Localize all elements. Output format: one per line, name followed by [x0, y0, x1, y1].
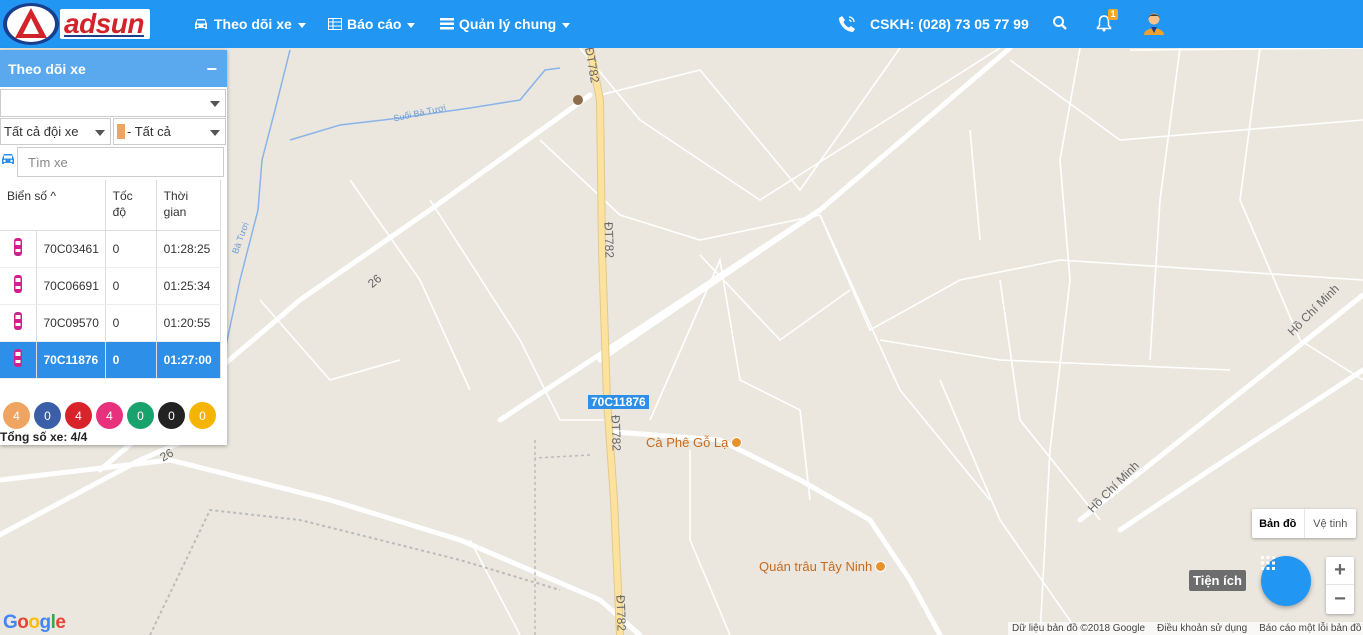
- map-type-toggle: Bản đồ Vệ tinh: [1252, 509, 1356, 538]
- vehicle-time: 01:28:25: [156, 230, 222, 268]
- column-time[interactable]: Thời gian: [156, 180, 222, 231]
- phone-icon: [839, 16, 855, 32]
- utilities-fab-button[interactable]: [1261, 556, 1311, 606]
- fleet-select[interactable]: Tất cả đội xe: [0, 118, 111, 145]
- map-type-button[interactable]: Bản đồ: [1252, 509, 1305, 538]
- notification-badge: 1: [1108, 9, 1118, 20]
- chevron-down-icon: [407, 22, 416, 28]
- poi-restaurant-label: Quán trâu Tây Ninh: [759, 559, 873, 574]
- chevron-down-icon: [297, 22, 306, 28]
- top-navbar: adsun Theo dõi xe Báo cáo Quản lý chung …: [0, 0, 1363, 48]
- brand-name: adsun: [60, 9, 150, 39]
- status-select-value: - Tất cả: [127, 124, 171, 139]
- zoom-in-button[interactable]: +: [1326, 557, 1354, 585]
- tracking-panel: Theo dõi xe − Tất cả đội xe - Tất cả Biể…: [0, 50, 227, 445]
- chevron-down-icon: [210, 129, 220, 136]
- road-label-dt782: ĐT782: [608, 414, 624, 452]
- adsun-logo[interactable]: adsun: [0, 0, 160, 48]
- zoom-control: + −: [1326, 557, 1354, 614]
- status-count-badge[interactable]: 0: [158, 402, 185, 429]
- car-icon: [2, 154, 14, 164]
- table-header-row: Biển số ^ Tốc độ Thời gian: [0, 180, 222, 231]
- poi-cafe-label: Cà Phê Gỗ Lạ: [646, 435, 729, 450]
- google-logo[interactable]: Google: [3, 612, 66, 634]
- table-row[interactable]: 70C03461 0 01:28:25: [0, 230, 222, 268]
- vehicle-icon: [0, 230, 37, 268]
- list-icon: [440, 18, 454, 30]
- menu-reports[interactable]: Báo cáo: [328, 0, 416, 48]
- menu-management[interactable]: Quản lý chung: [440, 0, 571, 48]
- status-count-badge[interactable]: 0: [34, 402, 61, 429]
- cafe-icon: [731, 437, 743, 448]
- status-count-badge[interactable]: 4: [3, 402, 30, 429]
- table-row[interactable]: 70C11876 0 01:27:00: [0, 341, 222, 379]
- vehicle-search: [0, 147, 226, 178]
- table-row[interactable]: 70C06691 0 01:25:34: [0, 267, 222, 305]
- search-icon[interactable]: [1052, 15, 1068, 31]
- vehicle-search-input[interactable]: [17, 147, 224, 177]
- zoom-out-button[interactable]: −: [1326, 585, 1354, 613]
- status-count-badge[interactable]: 4: [65, 402, 92, 429]
- total-vehicles: Tổng số xe: 4/4: [0, 430, 88, 444]
- status-count-badge[interactable]: 4: [96, 402, 123, 429]
- status-summary: 4044000: [3, 402, 216, 429]
- vehicle-marker-label: 70C11876: [588, 395, 649, 409]
- vehicle-speed: 0: [105, 304, 157, 342]
- vehicle-table: Biển số ^ Tốc độ Thời gian 70C03461 0 01…: [0, 180, 222, 379]
- logo-emblem-icon: [3, 3, 59, 45]
- menu-management-label: Quản lý chung: [459, 16, 557, 32]
- vehicle-time: 01:25:34: [156, 267, 222, 305]
- vehicle-plate: 70C06691: [36, 267, 106, 305]
- sort-up-icon: ^: [47, 189, 56, 203]
- vehicle-speed: 0: [105, 230, 157, 268]
- company-select[interactable]: [0, 89, 226, 117]
- avatar[interactable]: [1143, 11, 1165, 35]
- fleet-select-value: Tất cả đội xe: [4, 124, 79, 139]
- grid-icon: [1261, 556, 1275, 570]
- vehicle-speed: 0: [105, 267, 157, 305]
- hotline[interactable]: CSKH: (028) 73 05 77 99: [838, 0, 1029, 48]
- restaurant-icon: [875, 561, 887, 572]
- column-plate[interactable]: Biển số ^: [0, 180, 106, 231]
- vehicle-time: 01:20:55: [156, 304, 222, 342]
- satellite-button[interactable]: Vệ tinh: [1305, 509, 1357, 538]
- map-footer: Dữ liệu bản đồ ©2018 Google Điều khoản s…: [1008, 622, 1363, 635]
- column-plate-label: Biển số: [7, 189, 48, 203]
- panel-header: Theo dõi xe −: [0, 50, 227, 87]
- chevron-down-icon: [562, 22, 571, 28]
- car-icon: [193, 17, 209, 31]
- poi-cafe[interactable]: Cà Phê Gỗ Lạ: [646, 435, 743, 450]
- status-color-swatch: [117, 124, 125, 139]
- menu-tracking[interactable]: Theo dõi xe: [193, 0, 306, 48]
- map-data-credit: Dữ liệu bản đồ ©2018 Google: [1012, 623, 1146, 634]
- panel-title: Theo dõi xe: [8, 60, 86, 77]
- chevron-down-icon: [95, 129, 105, 136]
- vehicle-speed: 0: [105, 341, 157, 379]
- vehicle-time: 01:27:00: [156, 341, 222, 379]
- poi-restaurant[interactable]: Quán trâu Tây Ninh: [759, 559, 887, 574]
- vehicle-plate: 70C03461: [36, 230, 106, 268]
- menu-reports-label: Báo cáo: [347, 16, 402, 32]
- vehicle-plate: 70C11876: [36, 341, 106, 379]
- chevron-down-icon: [210, 101, 220, 107]
- road-label-dt782: ĐT782: [613, 594, 629, 632]
- hotline-text: CSKH: (028) 73 05 77 99: [870, 16, 1029, 32]
- minimize-button[interactable]: −: [206, 60, 217, 78]
- vehicle-icon: [0, 341, 37, 379]
- column-speed[interactable]: Tốc độ: [105, 180, 157, 231]
- road-label-dt782: ĐT782: [601, 221, 617, 259]
- vehicle-plate: 70C09570: [36, 304, 106, 342]
- vehicle-icon: [0, 267, 37, 305]
- status-count-badge[interactable]: 0: [127, 402, 154, 429]
- terms-link[interactable]: Điều khoản sử dụng: [1157, 622, 1247, 635]
- table-icon: [328, 18, 342, 30]
- table-row[interactable]: 70C09570 0 01:20:55: [0, 304, 222, 342]
- status-select[interactable]: - Tất cả: [113, 118, 226, 145]
- utilities-label[interactable]: Tiện ích: [1189, 570, 1246, 591]
- report-error-link[interactable]: Báo cáo một lỗi bản đồ: [1259, 622, 1361, 635]
- menu-tracking-label: Theo dõi xe: [214, 16, 292, 32]
- status-count-badge[interactable]: 0: [189, 402, 216, 429]
- vehicle-icon: [0, 304, 37, 342]
